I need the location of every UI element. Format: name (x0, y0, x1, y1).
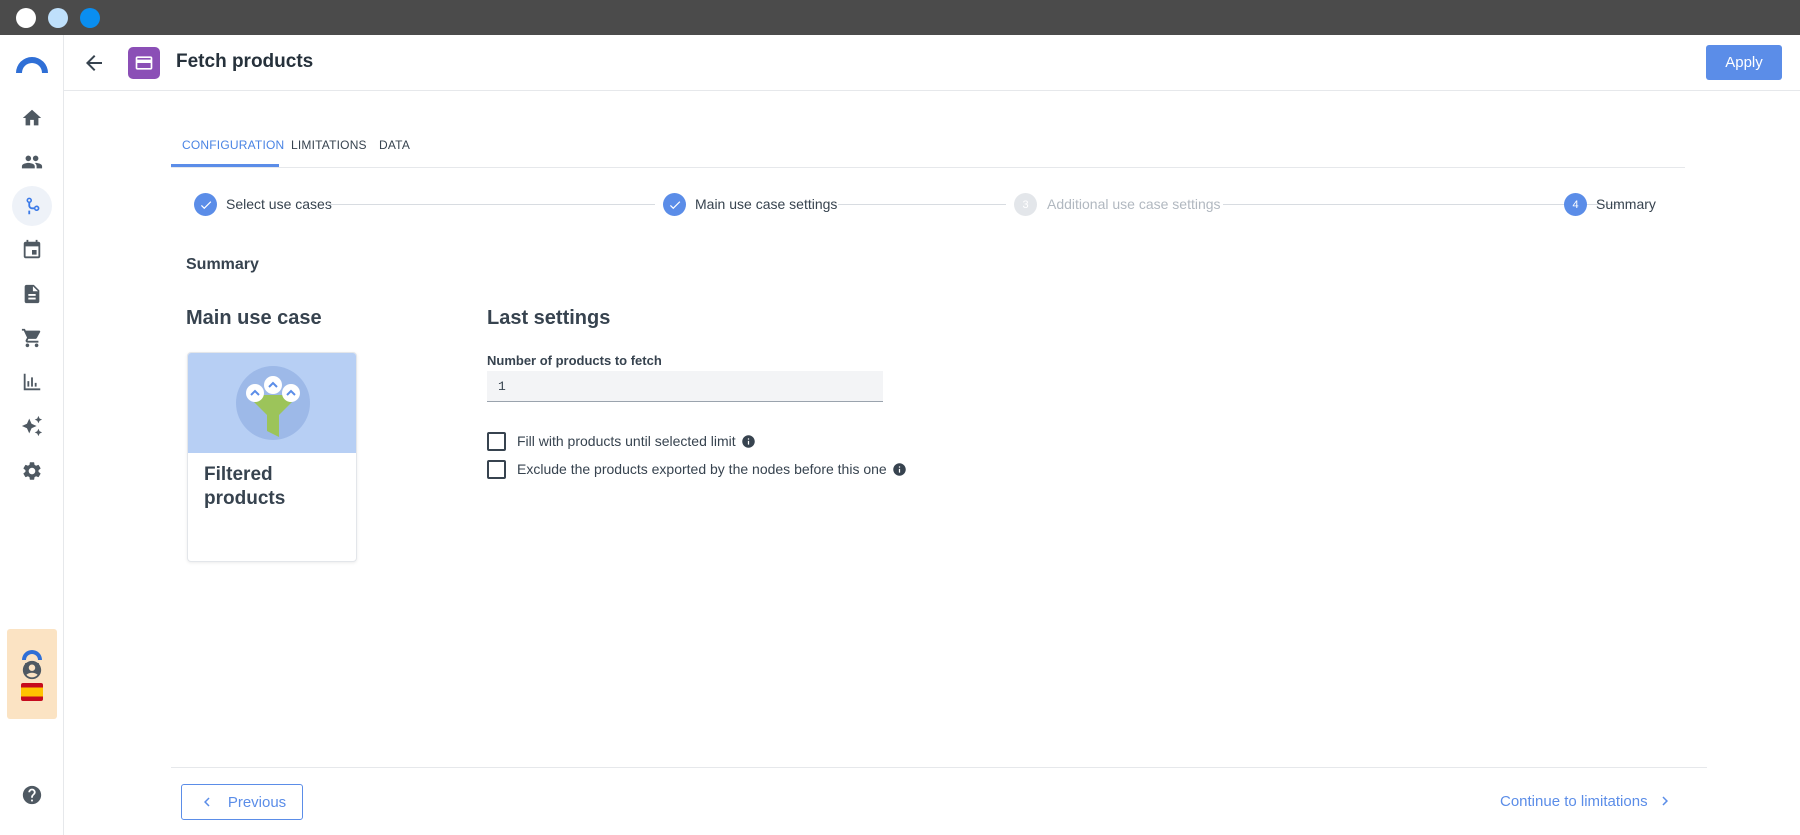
exclude-exported-label[interactable]: Exclude the products exported by the nod… (517, 461, 887, 477)
active-tab-indicator (171, 164, 279, 167)
tab-configuration[interactable]: CONFIGURATION (182, 138, 284, 152)
sidebar-item-audience[interactable] (20, 150, 44, 174)
node-type-icon (128, 47, 160, 79)
account-icon (22, 660, 42, 680)
step-connector (1223, 204, 1621, 205)
page-title: Fetch products (176, 51, 314, 72)
sidebar-item-products[interactable] (20, 326, 44, 350)
last-settings-heading: Last settings (487, 307, 611, 329)
info-icon[interactable] (741, 434, 756, 449)
fill-limit-option: Fill with products until selected limit (487, 431, 756, 451)
help-icon (22, 785, 42, 805)
use-case-illustration (188, 353, 356, 453)
sidebar-item-flows[interactable] (12, 186, 52, 226)
window-minimize-button[interactable] (48, 8, 68, 28)
products-count-label: Number of products to fetch (487, 353, 662, 368)
home-icon (22, 109, 42, 126)
sidebar-item-ai[interactable] (20, 414, 44, 438)
chart-icon (23, 373, 41, 391)
sidebar (0, 35, 64, 835)
step-1-label[interactable]: Select use cases (226, 196, 332, 212)
check-icon (669, 200, 680, 209)
summary-title: Summary (186, 256, 259, 273)
window-maximize-button[interactable] (80, 8, 100, 28)
flow-icon (26, 197, 40, 215)
chevron-left-icon (203, 797, 210, 807)
fill-limit-checkbox[interactable] (487, 431, 506, 451)
window-titlebar (0, 0, 1800, 35)
info-icon[interactable] (892, 462, 907, 477)
card-icon (135, 56, 153, 70)
step-3-label[interactable]: Additional use case settings (1047, 196, 1221, 212)
sidebar-item-statistics[interactable] (20, 370, 44, 394)
exclude-exported-option: Exclude the products exported by the nod… (487, 459, 907, 479)
sidebar-item-help[interactable] (20, 783, 44, 807)
filter-products-illustration-icon (236, 366, 310, 440)
previous-button[interactable]: Previous (181, 784, 303, 820)
brand-logo-icon[interactable] (14, 49, 50, 75)
fill-limit-label[interactable]: Fill with products until selected limit (517, 433, 736, 449)
config-tabs: CONFIGURATION LIMITATIONS DATA (171, 130, 1685, 168)
sidebar-item-account[interactable] (20, 658, 44, 682)
users-icon (21, 155, 43, 169)
continue-to-limitations-link[interactable]: Continue to limitations (1500, 792, 1674, 810)
check-icon (200, 200, 211, 209)
step-4-label[interactable]: Summary (1596, 196, 1656, 212)
apply-button[interactable]: Apply (1706, 45, 1782, 80)
sidebar-item-templates[interactable] (20, 282, 44, 306)
chevron-right-icon (1662, 796, 1668, 806)
use-case-card-title: Filtered products (204, 464, 286, 509)
step-3-number[interactable]: 3 (1014, 193, 1037, 216)
page-header: Fetch products Apply (64, 35, 1800, 91)
step-1-check[interactable] (194, 193, 217, 216)
sparkle-icon (21, 415, 43, 437)
gear-icon (23, 462, 41, 480)
footer-divider (171, 767, 1707, 768)
main-use-case-heading: Main use case (186, 307, 322, 329)
sidebar-item-home[interactable] (20, 106, 44, 130)
tab-limitations[interactable]: LIMITATIONS (291, 138, 367, 152)
step-2-label[interactable]: Main use case settings (695, 196, 837, 212)
exclude-exported-checkbox[interactable] (487, 459, 506, 479)
step-2-check[interactable] (663, 193, 686, 216)
step-connector (838, 204, 1006, 205)
wizard-stepper: Select use cases Main use case settings … (171, 188, 1685, 220)
step-4-number[interactable]: 4 (1564, 193, 1587, 216)
previous-button-label: Previous (227, 793, 287, 811)
calendar-icon (23, 239, 41, 259)
step-connector (327, 204, 655, 205)
products-count-input[interactable] (487, 371, 883, 402)
arrow-left-icon (86, 55, 102, 71)
cart-icon (21, 328, 41, 348)
continue-link-label: Continue to limitations (1500, 792, 1648, 810)
back-button[interactable] (82, 51, 106, 75)
tab-data[interactable]: DATA (379, 138, 410, 152)
sidebar-item-settings[interactable] (20, 459, 44, 483)
sidebar-item-calendar[interactable] (20, 238, 44, 262)
spain-flag-icon (21, 683, 43, 701)
document-icon (24, 284, 40, 304)
use-case-card[interactable]: Filtered products (187, 352, 357, 562)
window-close-button[interactable] (16, 8, 36, 28)
